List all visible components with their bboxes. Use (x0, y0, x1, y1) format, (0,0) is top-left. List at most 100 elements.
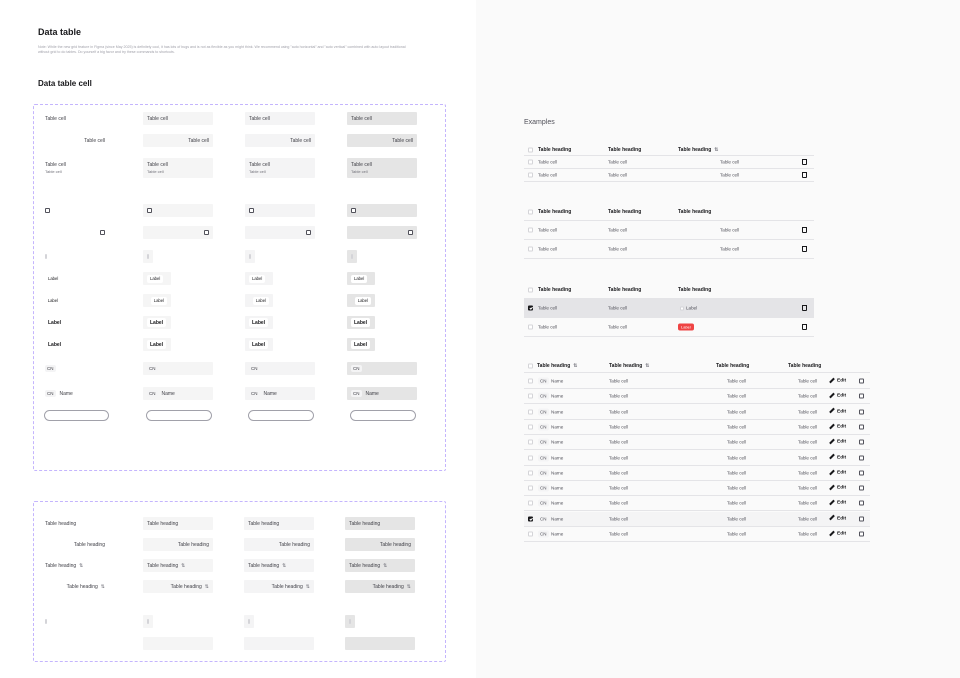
row-checkbox[interactable] (528, 147, 533, 152)
checkbox[interactable] (147, 208, 152, 213)
table-heading[interactable]: Table heading (608, 209, 641, 215)
row-checkbox[interactable] (528, 409, 533, 415)
table-heading-cell[interactable]: Table heading ⇅ (41, 580, 109, 593)
row-checkbox[interactable] (528, 246, 533, 252)
table-heading[interactable]: Table heading ⇅ (678, 147, 718, 153)
table-heading[interactable]: Table heading ⇅ (537, 363, 577, 369)
trash-icon[interactable] (802, 227, 807, 233)
table-heading-cell[interactable]: Table heading ⇅ (143, 559, 213, 572)
table-heading-cell[interactable]: Table heading ⇅ (244, 559, 314, 572)
table-heading-cell[interactable]: Table heading (41, 517, 109, 530)
checkbox[interactable] (45, 208, 50, 213)
edit-button[interactable]: Edit (829, 530, 846, 537)
row-checkbox[interactable] (528, 209, 533, 214)
table-heading[interactable]: Table heading (788, 363, 821, 369)
checkbox[interactable] (249, 208, 254, 213)
row-action-checkbox[interactable] (859, 485, 864, 491)
edit-button[interactable]: Edit (829, 423, 846, 429)
page-title: Data table (38, 27, 82, 37)
table-heading[interactable]: Table heading (678, 287, 711, 293)
row-action-checkbox[interactable] (859, 455, 864, 460)
checkbox[interactable] (100, 230, 105, 235)
row-checkbox[interactable] (528, 470, 533, 476)
checkbox[interactable] (408, 230, 413, 235)
row-action-checkbox[interactable] (859, 424, 864, 430)
row-checkbox[interactable] (528, 227, 533, 233)
checkbox[interactable] (204, 230, 209, 235)
heading-checkbox-cell (41, 615, 51, 628)
row-checkbox[interactable] (528, 159, 533, 165)
table-heading[interactable]: Table heading (716, 363, 749, 369)
table-heading-cell[interactable]: Table heading (143, 538, 213, 551)
table-heading[interactable]: Table heading ⇅ (609, 363, 649, 369)
row-checkbox[interactable] (528, 363, 533, 369)
text-input[interactable] (350, 410, 416, 421)
table-heading-cell[interactable]: Table heading ⇅ (345, 559, 415, 572)
text-input[interactable] (44, 410, 109, 421)
row-action-checkbox[interactable] (859, 378, 864, 384)
table-cell-checkbox-disabled (41, 250, 51, 263)
edit-button[interactable]: Edit (829, 515, 846, 521)
edit-button[interactable]: Edit (829, 469, 847, 476)
row-checkbox[interactable] (528, 531, 533, 537)
table-heading-cell[interactable]: Table heading (345, 538, 415, 551)
trash-icon[interactable] (802, 172, 807, 178)
edit-button[interactable]: Edit (829, 499, 846, 506)
avatar-name: Name (551, 500, 564, 506)
row-checkbox[interactable] (528, 287, 533, 293)
row-checkbox[interactable] (528, 485, 533, 491)
row-checkbox[interactable] (528, 378, 533, 384)
checkbox[interactable] (351, 208, 356, 213)
table-heading-cell[interactable]: Table heading ⇅ (143, 580, 213, 593)
table-heading-cell[interactable]: Table heading (41, 538, 109, 551)
table-heading-cell[interactable]: Table heading ⇅ (41, 559, 109, 572)
edit-button[interactable]: Edit (829, 484, 846, 491)
row-checkbox[interactable] (528, 305, 533, 311)
table-heading[interactable]: Table heading (608, 147, 641, 153)
row-action-checkbox[interactable] (859, 439, 864, 445)
row-action-checkbox[interactable] (859, 516, 864, 522)
table-heading[interactable]: Table heading (538, 287, 571, 293)
edit-label: Edit (837, 470, 847, 476)
heading-text: Table heading (45, 520, 77, 527)
edit-button[interactable]: Edit (829, 392, 846, 399)
row-checkbox[interactable] (528, 324, 533, 330)
table-heading-cell[interactable]: Table heading (143, 517, 213, 530)
text-input[interactable] (248, 410, 314, 421)
row-action-checkbox[interactable] (859, 409, 864, 415)
table-cell-label-small: Label (347, 272, 375, 285)
table-heading[interactable]: Table heading (678, 209, 711, 215)
trash-icon[interactable] (802, 305, 807, 311)
table-heading[interactable]: Table heading (608, 287, 641, 293)
row-checkbox[interactable] (528, 439, 533, 445)
example1-row: Table cell Table cell Table cell (524, 156, 814, 169)
row-checkbox[interactable] (528, 424, 533, 430)
row-checkbox[interactable] (528, 500, 533, 506)
checkbox[interactable] (306, 230, 311, 235)
trash-icon[interactable] (802, 159, 807, 165)
row-action-checkbox[interactable] (859, 531, 864, 537)
edit-button[interactable]: Edit (829, 453, 846, 460)
trash-icon[interactable] (802, 324, 807, 330)
edit-button[interactable]: Edit (829, 407, 846, 414)
edit-button[interactable]: Edit (829, 438, 846, 445)
table-heading-cell[interactable]: Table heading ⇅ (244, 580, 314, 593)
row-checkbox[interactable] (528, 455, 533, 460)
edit-button[interactable]: Edit (829, 377, 846, 384)
row-checkbox[interactable] (528, 393, 533, 399)
table-heading-cell[interactable]: Table heading (244, 517, 314, 530)
trash-icon[interactable] (802, 246, 807, 252)
row-action-checkbox[interactable] (859, 500, 864, 506)
row-checkbox[interactable] (528, 172, 533, 178)
text-input[interactable] (146, 410, 212, 421)
table-heading-cell[interactable]: Table heading (244, 538, 314, 551)
table-heading-cell[interactable]: Table heading (345, 517, 415, 530)
table-heading-cell[interactable]: Table heading ⇅ (345, 580, 415, 593)
table-heading[interactable]: Table heading (538, 209, 571, 215)
row-checkbox[interactable] (528, 516, 533, 522)
avatar-name: Name (551, 470, 564, 476)
row-action-checkbox[interactable] (859, 393, 864, 399)
heading-checkbox-cell (244, 615, 254, 628)
table-heading[interactable]: Table heading (538, 147, 571, 153)
row-action-checkbox[interactable] (859, 470, 864, 476)
